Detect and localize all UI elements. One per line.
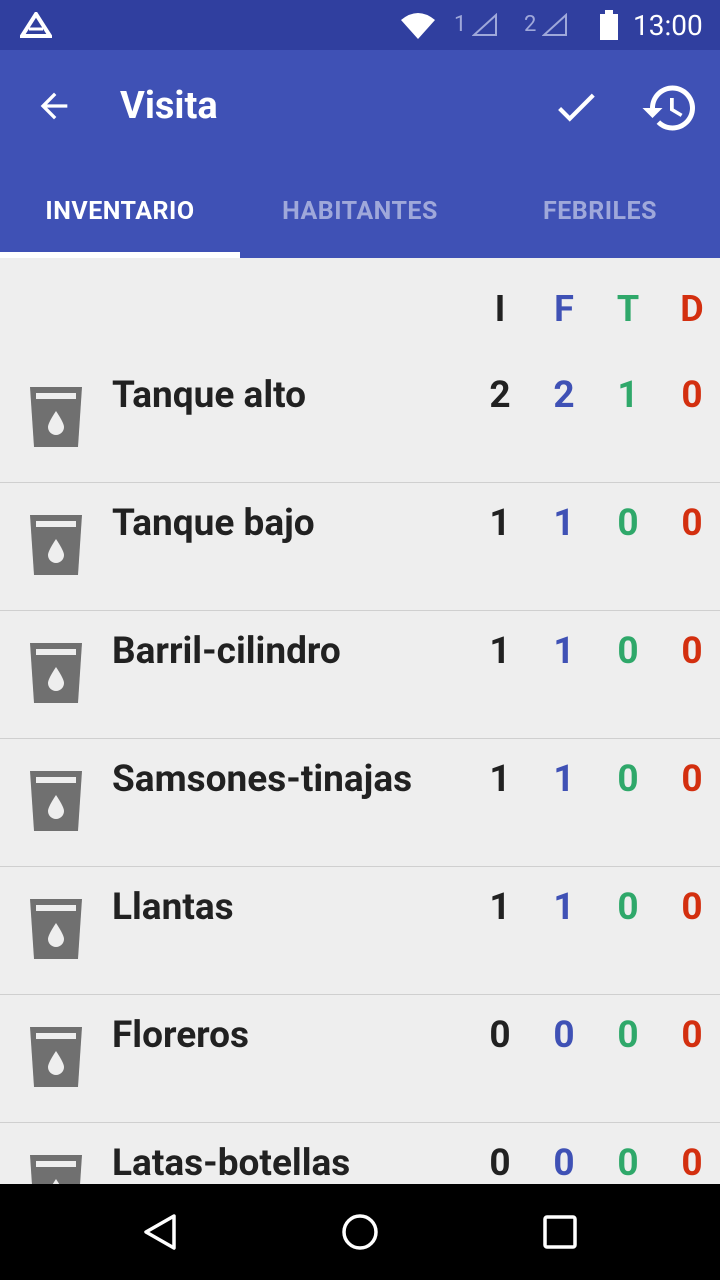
value-d: 0 — [681, 1014, 703, 1057]
water-container-icon — [28, 897, 84, 965]
water-container-icon — [28, 1153, 84, 1184]
value-i: 1 — [489, 886, 511, 929]
value-f: 1 — [553, 886, 575, 929]
value-i: 0 — [489, 1142, 511, 1184]
value-i: 2 — [489, 374, 511, 417]
column-header-f: F — [554, 288, 574, 330]
list-item[interactable]: Latas-botellas 0 0 0 0 — [0, 1122, 720, 1184]
battery-icon — [598, 10, 620, 44]
item-name: Tanque alto — [112, 374, 307, 417]
value-t: 1 — [617, 374, 639, 417]
list-item[interactable]: Barril-cilindro 1 1 0 0 — [0, 610, 720, 739]
status-time: 13:00 — [633, 9, 703, 42]
value-d: 0 — [681, 1142, 703, 1184]
value-d: 0 — [681, 502, 703, 545]
value-d: 0 — [681, 886, 703, 929]
value-i: 1 — [489, 502, 511, 545]
sim1-signal: 1 — [454, 12, 498, 37]
column-header-t: T — [616, 288, 640, 330]
page-title: Visita — [120, 84, 218, 128]
list-item[interactable]: Tanque bajo 1 1 0 0 — [0, 482, 720, 611]
water-container-icon — [28, 1025, 84, 1093]
app-bar: Visita — [0, 50, 720, 164]
status-bar: 1 2 13:00 — [0, 0, 720, 50]
value-i: 1 — [489, 758, 511, 801]
value-f: 0 — [553, 1142, 575, 1184]
tab-inventario[interactable]: INVENTARIO — [0, 164, 240, 258]
value-i: 1 — [489, 630, 511, 673]
water-container-icon — [28, 769, 84, 837]
water-container-icon — [28, 641, 84, 709]
column-header-d: D — [680, 288, 704, 330]
item-name: Llantas — [112, 886, 234, 929]
check-icon[interactable] — [548, 82, 604, 136]
item-name: Floreros — [112, 1014, 250, 1057]
item-name: Barril-cilindro — [112, 630, 341, 673]
tab-habitantes[interactable]: HABITANTES — [240, 164, 480, 258]
value-t: 0 — [617, 1014, 639, 1057]
value-f: 2 — [553, 374, 575, 417]
list-item[interactable]: Llantas 1 1 0 0 — [0, 866, 720, 995]
sim2-signal: 2 — [524, 12, 568, 37]
value-t: 0 — [617, 758, 639, 801]
value-t: 0 — [617, 630, 639, 673]
value-d: 0 — [681, 630, 703, 673]
value-t: 0 — [617, 1142, 639, 1184]
column-header-i: I — [494, 288, 506, 330]
value-f: 0 — [553, 1014, 575, 1057]
list-item[interactable]: Tanque alto 2 2 1 0 — [0, 354, 720, 483]
value-f: 1 — [553, 502, 575, 545]
value-f: 1 — [553, 630, 575, 673]
value-t: 0 — [617, 502, 639, 545]
list-item[interactable]: Samsones-tinajas 1 1 0 0 — [0, 738, 720, 867]
history-icon[interactable] — [640, 78, 700, 142]
value-f: 1 — [553, 758, 575, 801]
signal-icon — [541, 12, 567, 37]
nav-home-icon[interactable] — [340, 1212, 380, 1256]
item-name: Latas-botellas — [112, 1142, 351, 1184]
inventory-list[interactable]: I F T D Tanque alto 2 2 1 0 Tanque bajo … — [0, 258, 720, 1184]
value-t: 0 — [617, 886, 639, 929]
value-d: 0 — [681, 374, 703, 417]
tab-bar: INVENTARIO HABITANTES FEBRILES — [0, 164, 720, 258]
value-i: 0 — [489, 1014, 511, 1057]
item-name: Tanque bajo — [112, 502, 315, 545]
nav-recents-icon[interactable] — [542, 1214, 578, 1254]
app-logo-icon — [18, 10, 54, 42]
system-nav-bar — [0, 1184, 720, 1280]
back-arrow-icon[interactable] — [34, 86, 74, 130]
water-container-icon — [28, 513, 84, 581]
wifi-icon — [400, 12, 436, 44]
value-d: 0 — [681, 758, 703, 801]
list-item[interactable]: Floreros 0 0 0 0 — [0, 994, 720, 1123]
tab-febriles[interactable]: FEBRILES — [480, 164, 720, 258]
item-name: Samsones-tinajas — [112, 758, 413, 801]
water-container-icon — [28, 385, 84, 453]
nav-back-icon[interactable] — [140, 1212, 180, 1256]
signal-icon — [471, 12, 497, 37]
